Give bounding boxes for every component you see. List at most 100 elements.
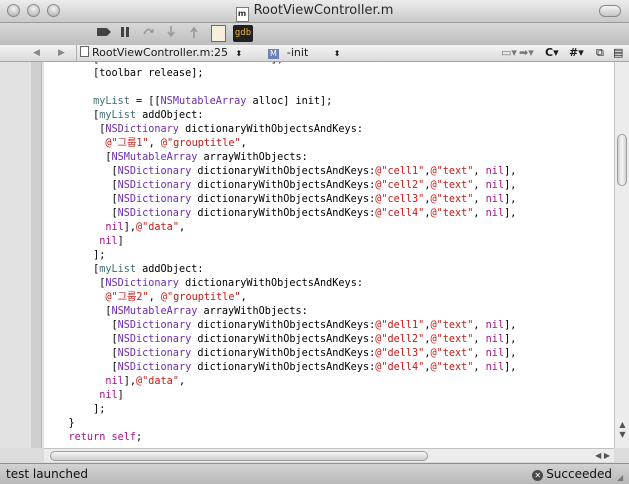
code-token: , <box>473 180 486 191</box>
vertical-scroll-arrows-icon[interactable]: ▲ ▼ <box>617 420 628 440</box>
code-line: [NSMutableArray arrayWithObjects: <box>44 151 614 165</box>
code-token: dictionaryWithObjectsAndKeys: <box>191 194 376 205</box>
code-token: nil <box>485 320 505 331</box>
code-line: } <box>44 417 614 431</box>
vertical-scroll-thumb[interactable] <box>617 134 627 186</box>
code-token: arrayWithObjects: <box>197 152 308 163</box>
build-result-label: Succeeded <box>546 467 612 481</box>
code-token: [ <box>44 320 118 331</box>
code-token: NSDictionary <box>105 124 179 135</box>
code-token: [toolbar release]; <box>44 68 204 79</box>
code-token: @"grouptitle" <box>160 292 241 303</box>
debug-toolbar: gdb <box>0 23 629 46</box>
popup-arrows-icon: ⬍ <box>333 49 341 58</box>
build-status-icon: ✕ <box>532 470 544 481</box>
code-token: , <box>473 166 486 177</box>
code-token: @"dell1" <box>375 320 425 331</box>
code-line: myList = [[NSMutableArray alloc] init]; <box>44 95 614 109</box>
split-editor-icon[interactable]: ▤ <box>613 46 623 60</box>
code-line: ]; <box>44 249 614 263</box>
step-into-icon[interactable] <box>164 26 178 42</box>
code-line: nil] <box>44 389 614 403</box>
code-line: @"그룹2", @"grouptitle", <box>44 291 614 305</box>
method-badge: M <box>268 49 279 59</box>
code-token: dictionaryWithObjectsAndKeys: <box>191 348 376 359</box>
breakpoints-toggle-icon[interactable] <box>95 26 113 42</box>
code-token: dictionaryWithObjectsAndKeys: <box>191 166 376 177</box>
code-token: self <box>111 432 137 443</box>
code-token: [ <box>44 348 118 359</box>
focus-ribbon <box>31 62 42 448</box>
code-line: [NSDictionary dictionaryWithObjectsAndKe… <box>44 165 614 179</box>
horizontal-scrollbar[interactable]: ◀ ▶ <box>44 448 614 462</box>
code-token: , <box>240 138 247 149</box>
code-token: NSDictionary <box>117 348 192 359</box>
breakpoints-popup-icon[interactable]: ➡▾ <box>519 46 534 60</box>
vertical-scrollbar[interactable]: ▲ ▼ <box>614 62 629 448</box>
code-token: , <box>473 362 486 373</box>
gdb-console-icon[interactable]: gdb <box>233 25 253 42</box>
code-token: dictionaryWithObjectsAndKeys: <box>191 334 376 345</box>
counterpart-icon[interactable]: ⧉ <box>596 46 604 60</box>
code-token: , <box>178 376 186 387</box>
code-editor[interactable]: [self.view addSubview:toolbar]; [toolbar… <box>44 62 614 448</box>
code-token: arrayWithObjects: <box>197 306 308 317</box>
code-line: [NSDictionary dictionaryWithObjectsAndKe… <box>44 277 614 291</box>
debugger-window-icon[interactable] <box>211 25 226 42</box>
code-token: @"data" <box>136 376 179 387</box>
method-label: -init <box>286 46 309 59</box>
code-token: NSMutableArray <box>111 152 198 163</box>
bookmarks-popup-icon[interactable]: ▭▾ <box>501 46 517 60</box>
code-token: ], <box>504 334 517 345</box>
code-token: @"text" <box>430 348 474 359</box>
code-token: ]; <box>44 404 106 415</box>
code-token: nil <box>44 376 124 387</box>
class-hierarchy-label: C <box>545 46 554 59</box>
class-hierarchy-popup[interactable]: C▾ <box>545 46 559 60</box>
toolbar-toggle-button[interactable] <box>599 5 621 17</box>
function-popup[interactable]: M -init ⬍ <box>268 46 340 61</box>
code-line: [toolbar release]; <box>44 67 614 81</box>
step-out-icon[interactable] <box>187 26 201 42</box>
code-token: ] <box>117 390 124 401</box>
file-position-label: RootViewController.m:25 <box>92 46 229 59</box>
code-token: , <box>240 292 247 303</box>
history-forward-button[interactable]: ▶ <box>58 46 65 60</box>
build-result[interactable]: ✕ Succeeded <box>532 467 612 481</box>
editor-navigation-bar: ◀ ▶ RootViewController.m:25 ⬍ M -init ⬍ ▭… <box>0 45 629 62</box>
horizontal-scroll-thumb[interactable] <box>50 451 428 461</box>
code-token: dictionaryWithObjectsAndKeys: <box>191 362 376 373</box>
code-token: [ <box>44 152 112 163</box>
step-over-icon[interactable] <box>141 26 155 42</box>
file-popup[interactable]: RootViewController.m:25 ⬍ <box>80 46 242 61</box>
resize-grip-icon[interactable]: ◢ <box>617 473 627 483</box>
code-token: [ <box>44 264 100 275</box>
code-token: @"그룹1" <box>44 138 149 149</box>
code-line: [myList addObject: <box>44 109 614 123</box>
code-token: ; <box>136 432 143 443</box>
code-token: addObject: <box>136 110 204 121</box>
code-token: , <box>473 334 486 345</box>
source-code: [self.view addSubview:toolbar]; [toolbar… <box>44 62 614 445</box>
pause-icon[interactable] <box>118 26 132 42</box>
code-token: } <box>44 418 75 429</box>
code-token: nil <box>485 194 505 205</box>
code-token: [ <box>44 362 118 373</box>
code-line: nil] <box>44 235 614 249</box>
code-token: dictionaryWithObjectsAndKeys: <box>178 124 363 135</box>
code-token: ]; <box>44 250 106 261</box>
code-line: nil],@"data", <box>44 375 614 389</box>
code-token: alloc] init]; <box>246 96 333 107</box>
document-icon <box>80 46 89 57</box>
horizontal-scroll-arrows-icon[interactable]: ◀ ▶ <box>595 449 610 462</box>
included-files-label: # <box>569 46 579 59</box>
code-line: [myList addObject: <box>44 263 614 277</box>
code-line: [NSDictionary dictionaryWithObjectsAndKe… <box>44 319 614 333</box>
code-token: ], <box>123 222 137 233</box>
code-line: ]; <box>44 403 614 417</box>
code-token: @"cell1" <box>375 166 425 177</box>
history-back-button[interactable]: ◀ <box>33 46 40 60</box>
included-files-popup[interactable]: #▾ <box>569 46 584 60</box>
code-token: NSDictionary <box>117 320 192 331</box>
